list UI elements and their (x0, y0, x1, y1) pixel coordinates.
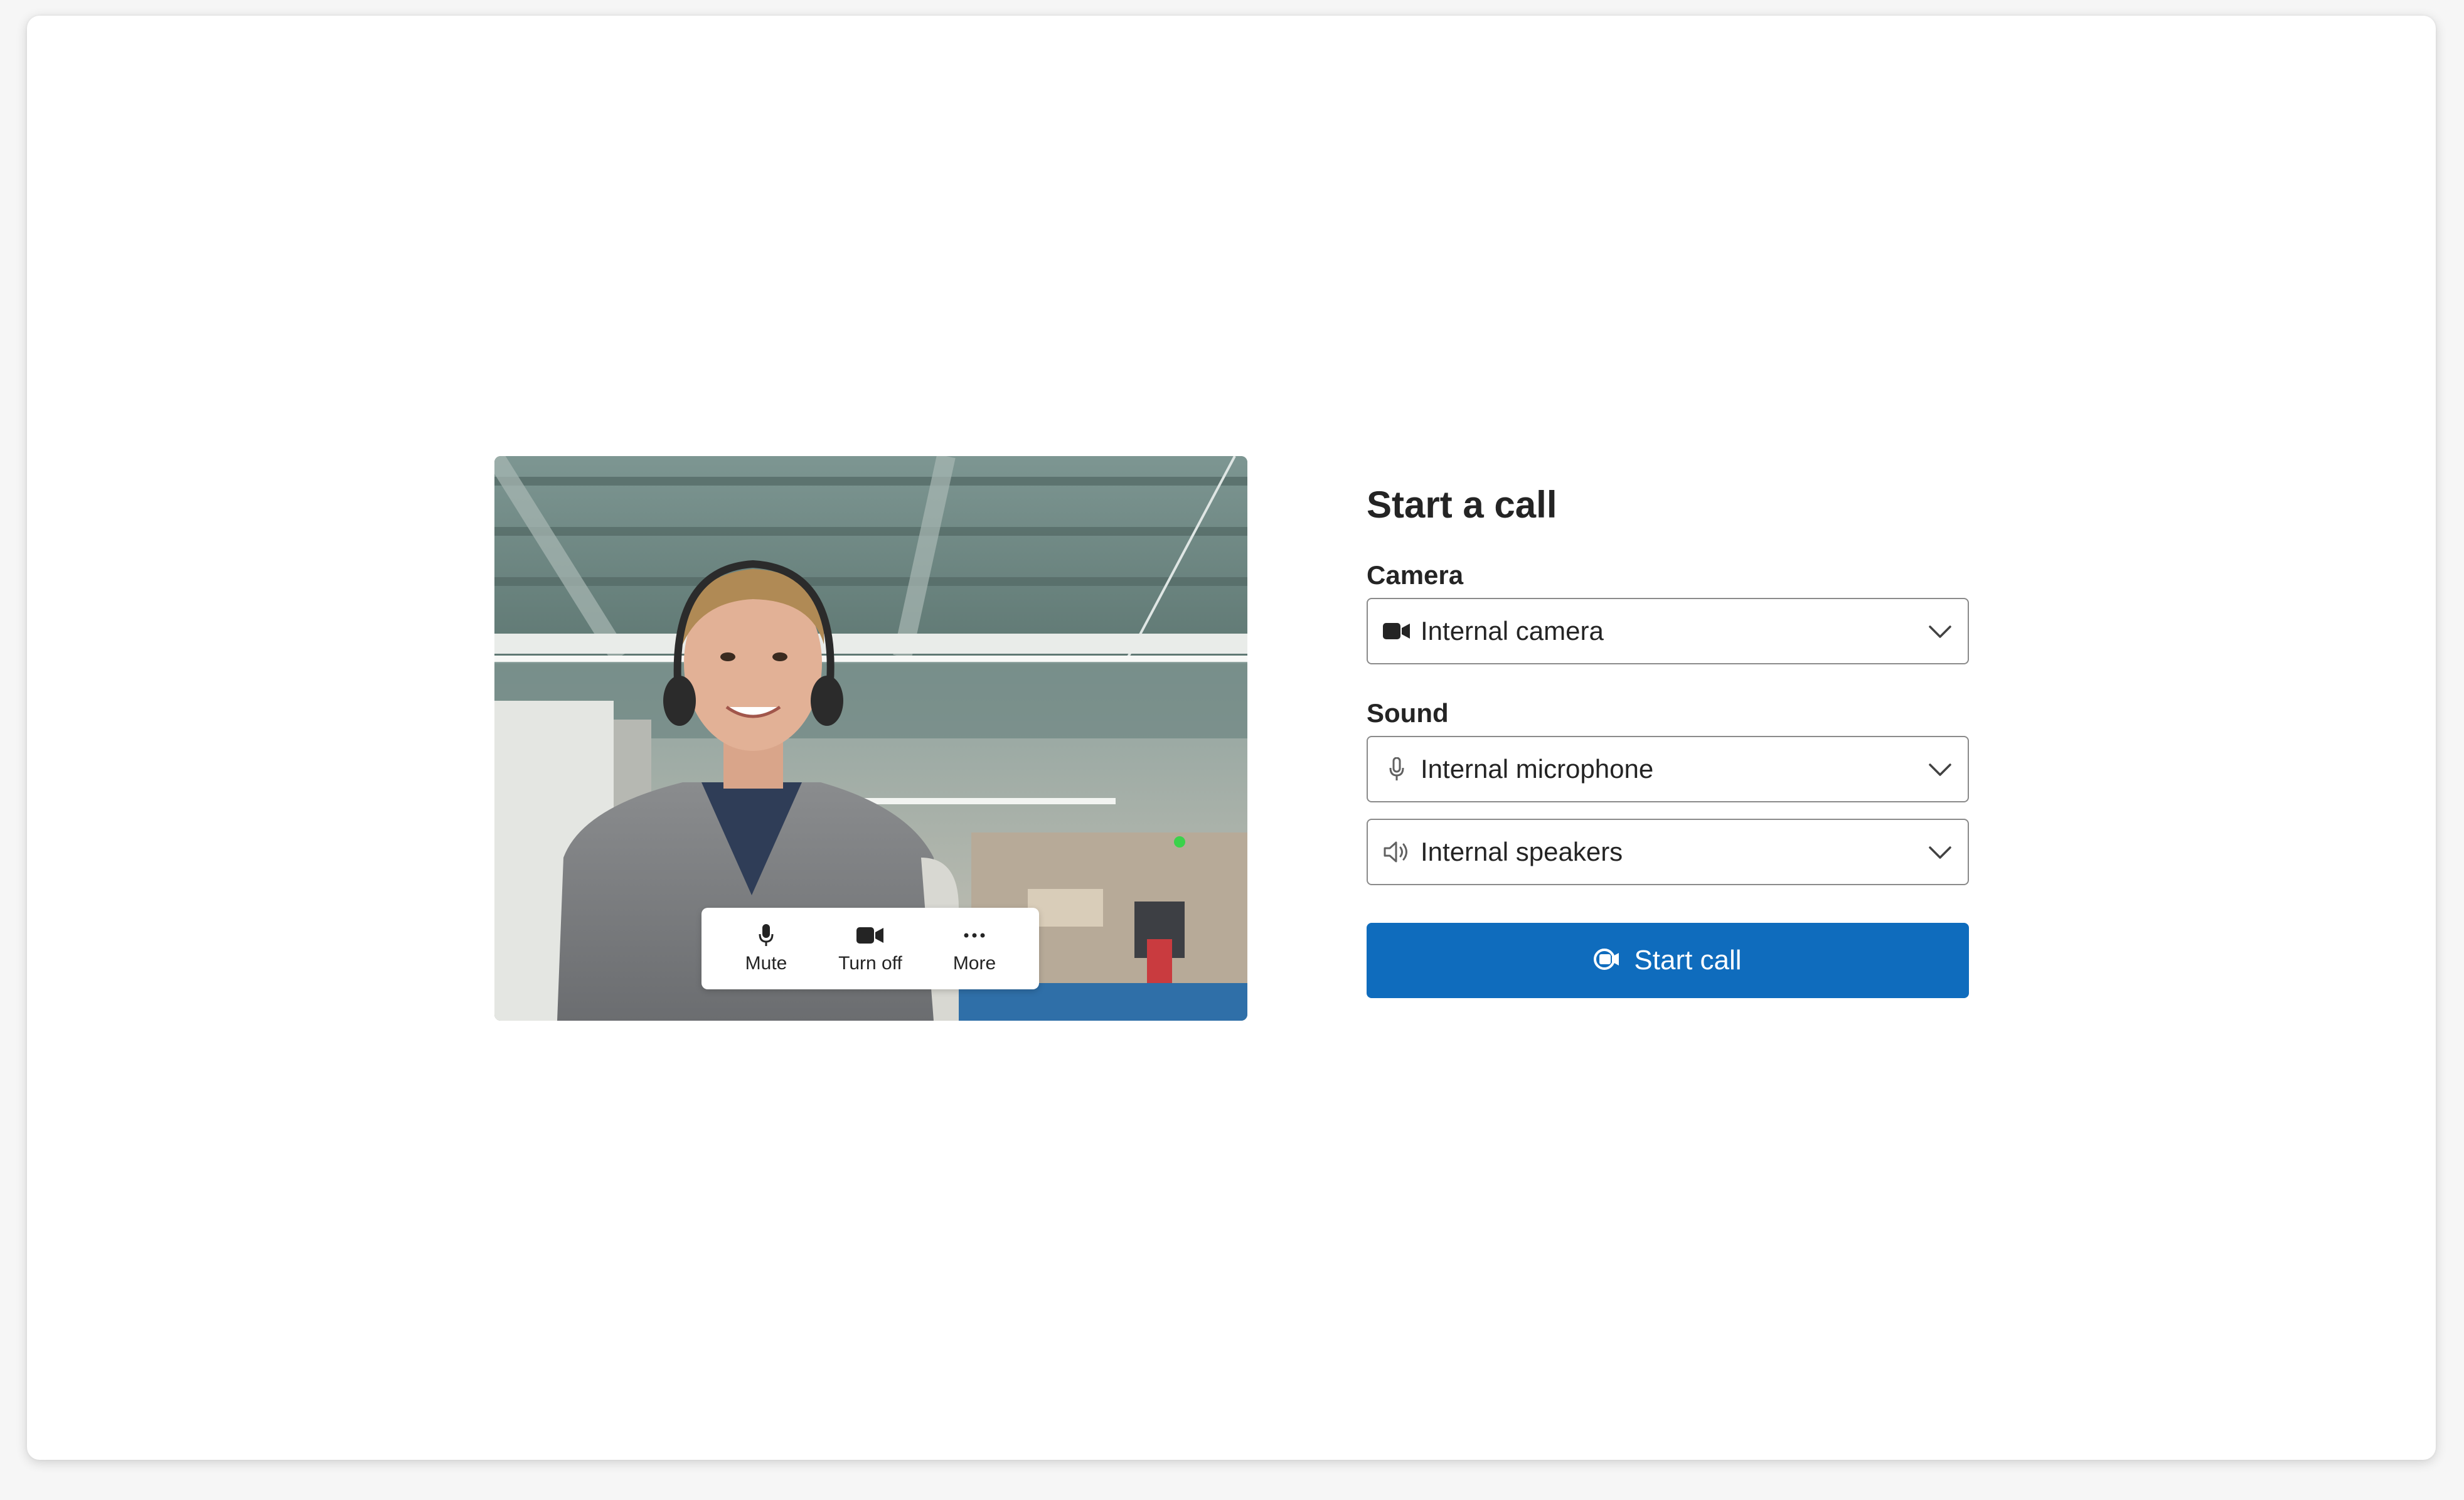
chevron-down-icon (1928, 619, 1953, 647)
sound-label: Sound (1367, 698, 1449, 728)
microphone-select-value: Internal microphone (1421, 754, 1654, 784)
microphone-icon (1382, 757, 1412, 781)
microphone-icon (759, 923, 774, 948)
speaker-icon (1382, 841, 1412, 863)
camera-select[interactable]: Internal camera (1367, 598, 1969, 664)
camera-preview: Mute Turn off More (494, 456, 1247, 1021)
mute-button[interactable]: Mute (719, 914, 813, 983)
start-call-button[interactable]: Start call (1367, 923, 1969, 998)
turn-off-label: Turn off (838, 953, 902, 974)
video-camera-icon (1382, 622, 1412, 641)
speaker-select[interactable]: Internal speakers (1367, 819, 1969, 885)
call-settings-panel: Start a call Camera Internal camera Soun… (1367, 455, 1969, 998)
start-call-label: Start call (1634, 945, 1742, 976)
teams-call-icon (1594, 947, 1620, 975)
chevron-down-icon (1928, 840, 1953, 868)
microphone-select[interactable]: Internal microphone (1367, 736, 1969, 802)
app-window: Mute Turn off More Start a call Camera I… (27, 16, 2436, 1460)
mute-label: Mute (745, 953, 787, 974)
turn-off-camera-button[interactable]: Turn off (823, 914, 917, 983)
more-horizontal-icon (964, 923, 985, 948)
more-button[interactable]: More (927, 914, 1021, 983)
preview-controls: Mute Turn off More (701, 908, 1039, 989)
chevron-down-icon (1928, 757, 1953, 785)
more-label: More (952, 953, 996, 974)
camera-select-value: Internal camera (1421, 616, 1604, 646)
speaker-select-value: Internal speakers (1421, 837, 1623, 866)
camera-label: Camera (1367, 560, 1464, 590)
page-title: Start a call (1367, 484, 1557, 526)
video-camera-icon (856, 923, 884, 948)
